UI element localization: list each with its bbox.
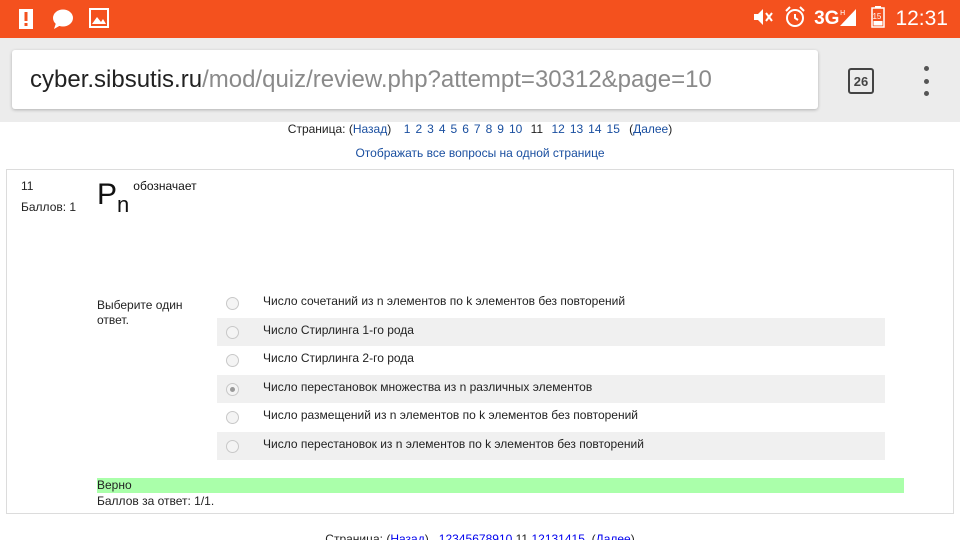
question-text-body: обозначает	[133, 179, 197, 193]
pager-page-link[interactable]: 9	[492, 532, 499, 540]
pager-page-link[interactable]: 15	[607, 122, 620, 136]
pager-pages-before: 123456789 10	[401, 122, 525, 136]
status-bar: 3G H 15 12:31	[0, 0, 960, 38]
svg-text:H: H	[840, 9, 845, 17]
question-points: Баллов: 1	[21, 200, 77, 214]
answer-label: Число сочетаний из n элементов по k элем…	[263, 294, 626, 308]
pager-page-link[interactable]: 6	[462, 122, 469, 136]
question-info: 11 Баллов: 1	[21, 176, 76, 218]
pager-page-link[interactable]: 3	[427, 122, 434, 136]
math-subscript: n	[117, 192, 130, 217]
answer-option[interactable]: Число сочетаний из n элементов по k элем…	[217, 289, 885, 318]
overflow-menu-button[interactable]	[918, 66, 934, 96]
pager-next-link[interactable]: Далее	[633, 122, 668, 136]
pager-page-link[interactable]: 6	[472, 532, 479, 540]
pager-page-link[interactable]: 2	[415, 122, 422, 136]
answer-option[interactable]: Число размещений из n элементов по k эле…	[217, 403, 885, 432]
pagination-top: Страница: (Назад) 1 2 3 4 5 6 7 8 9 10 11 12 13 14 1…	[0, 122, 960, 136]
radio-button[interactable]	[226, 354, 239, 367]
network-type: 3G	[814, 8, 840, 29]
pager-page-link[interactable]: 8	[486, 122, 493, 136]
radio-button[interactable]	[226, 439, 239, 453]
url-host: cyber.sibsutis.ru	[30, 65, 203, 93]
question-number: 11	[21, 179, 34, 193]
pager-page-link[interactable]: 15	[572, 532, 585, 540]
pager-page-link[interactable]: 4	[459, 532, 466, 540]
pager-prev-link[interactable]: Назад	[353, 122, 387, 136]
pager-page-link[interactable]: 5	[451, 122, 458, 136]
answer-option[interactable]: Число Стирлинга 2-го рода	[217, 346, 885, 375]
menu-dot-icon	[923, 78, 929, 84]
show-all-row: Отображать все вопросы на одной странице	[0, 146, 960, 160]
pager-page-link[interactable]: 3	[452, 532, 459, 540]
pager-page-link[interactable]: 14	[558, 532, 571, 540]
pager-label: Страница: (	[287, 122, 353, 136]
answer-option[interactable]: Число Стирлинга 1-го рода	[217, 317, 885, 346]
battery-level: 15	[872, 11, 882, 21]
url-path: /mod/quiz/review.php?attempt=30312&page=…	[202, 65, 712, 93]
pager-label: Страница: (	[325, 532, 391, 540]
feedback: Верно Баллов за ответ: 1/1.	[97, 478, 904, 508]
answer-label: Число перестановок из n элементов по k э…	[263, 436, 644, 451]
question-text: Pnобозначает	[97, 178, 197, 217]
radio-button[interactable]	[226, 325, 239, 339]
answer-option[interactable]: Число перестановок из n элементов по k э…	[217, 431, 885, 460]
math-symbol: P	[97, 178, 118, 211]
radio-button[interactable]	[226, 297, 239, 310]
pager-page-link[interactable]: 1	[404, 122, 411, 136]
pager-pages-after: 12131415	[531, 532, 584, 540]
show-all-questions-link[interactable]: Отображать все вопросы на одной странице	[355, 146, 604, 160]
pager-current-page: 11	[515, 532, 529, 540]
alert-icon	[18, 8, 34, 30]
answer-label: Число Стирлинга 2-го рода	[263, 351, 414, 365]
pager-page-link[interactable]: 13	[570, 122, 583, 136]
answer-prompt: Выберите один ответ.	[97, 298, 183, 327]
quiz-page: Страница: (Назад) 1 2 3 4 5 6 7 8 9 10 11 12 13 14 1…	[0, 122, 960, 540]
result-correct: Верно	[97, 478, 904, 493]
pagination-bottom: Страница: (Назад) 12345678910 11 1213141…	[0, 532, 960, 540]
tab-switcher-button[interactable]: 26	[848, 68, 874, 94]
pager-page-link[interactable]: 12	[551, 122, 564, 136]
answer-label: Число размещений из n элементов по k эле…	[263, 408, 638, 422]
address-bar[interactable]: cyber.sibsutis.ru/mod/quiz/review.php?at…	[12, 50, 818, 109]
answer-grade: Баллов за ответ: 1/1.	[97, 494, 215, 508]
question-block: 11 Баллов: 1 Pnобозначает Выберите один …	[6, 169, 954, 514]
browser-toolbar: cyber.sibsutis.ru/mod/quiz/review.php?at…	[0, 38, 960, 122]
image-icon	[89, 8, 109, 28]
answer-option[interactable]: Число перестановок множества из n различ…	[217, 374, 885, 403]
pager-prev-link[interactable]: Назад	[390, 532, 424, 540]
pager-current-page: 11	[530, 122, 544, 136]
answer-list: Число сочетаний из n элементов по k элем…	[217, 289, 885, 460]
menu-dot-icon	[923, 91, 929, 96]
pager-page-link[interactable]: 7	[474, 122, 481, 136]
answer-label: Число перестановок множества из n различ…	[263, 379, 593, 394]
pager-page-link[interactable]: 4	[439, 122, 446, 136]
pager-next-link[interactable]: Далее	[596, 532, 631, 540]
signal-icon: H	[839, 7, 857, 32]
menu-dot-icon	[923, 66, 929, 71]
radio-button-selected[interactable]	[226, 382, 239, 396]
tab-count: 26	[853, 73, 869, 89]
clock: 12:31	[895, 7, 948, 30]
answer-label: Число Стирлинга 1-го рода	[263, 322, 414, 337]
mute-icon	[752, 7, 774, 32]
pager-paren: )	[630, 532, 635, 540]
pager-page-link[interactable]: 12	[531, 532, 544, 540]
alarm-icon	[784, 5, 806, 33]
pager-pages-after: 12 13 14 15	[549, 122, 622, 136]
pager-page-link[interactable]: 10	[509, 122, 522, 136]
chat-icon	[52, 8, 74, 30]
pager-page-link[interactable]: 10	[499, 532, 512, 540]
radio-button[interactable]	[226, 411, 239, 424]
pager-page-link[interactable]: 7	[479, 532, 486, 540]
pager-pages-before: 12345678910	[439, 532, 513, 540]
pager-paren: )	[668, 122, 673, 136]
pager-page-link[interactable]: 14	[588, 122, 601, 136]
pager-paren: )	[424, 532, 429, 540]
pager-paren: )	[387, 122, 392, 136]
pager-page-link[interactable]: 13	[545, 532, 558, 540]
battery-icon: 15	[871, 5, 886, 33]
pager-page-link[interactable]: 9	[497, 122, 504, 136]
